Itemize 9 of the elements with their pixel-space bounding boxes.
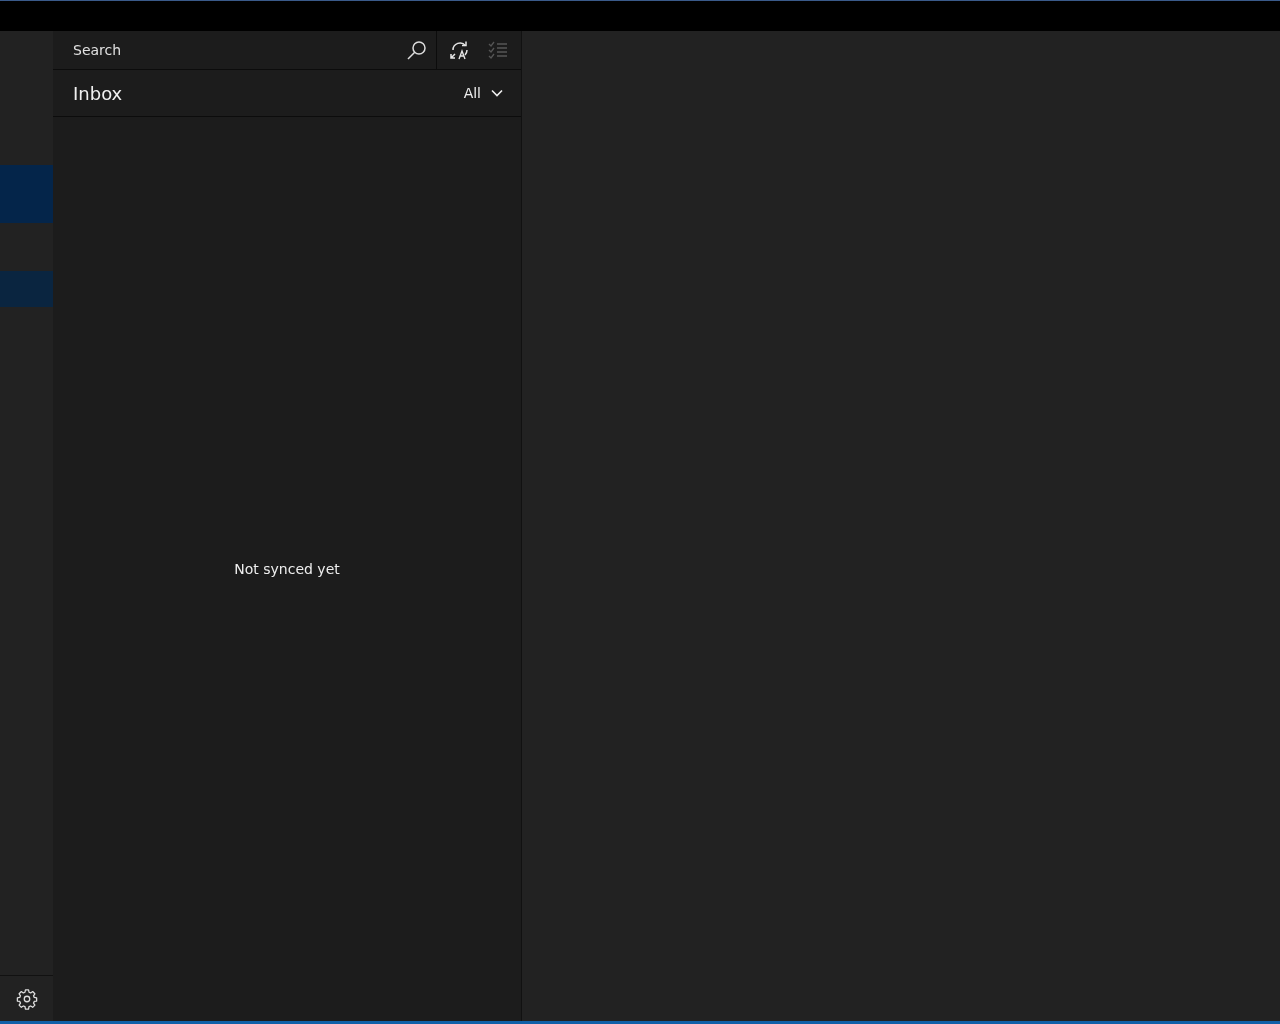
filter-dropdown[interactable]: All (463, 85, 503, 101)
empty-list-message: Not synced yet (234, 561, 340, 577)
search-icon[interactable] (406, 39, 428, 61)
sync-icon (449, 39, 471, 61)
search-field[interactable]: Search (71, 41, 406, 59)
settings-icon (15, 987, 38, 1010)
folder-title: Inbox (73, 82, 123, 104)
checklist-icon (487, 39, 509, 61)
chevron-down-icon (491, 89, 503, 97)
